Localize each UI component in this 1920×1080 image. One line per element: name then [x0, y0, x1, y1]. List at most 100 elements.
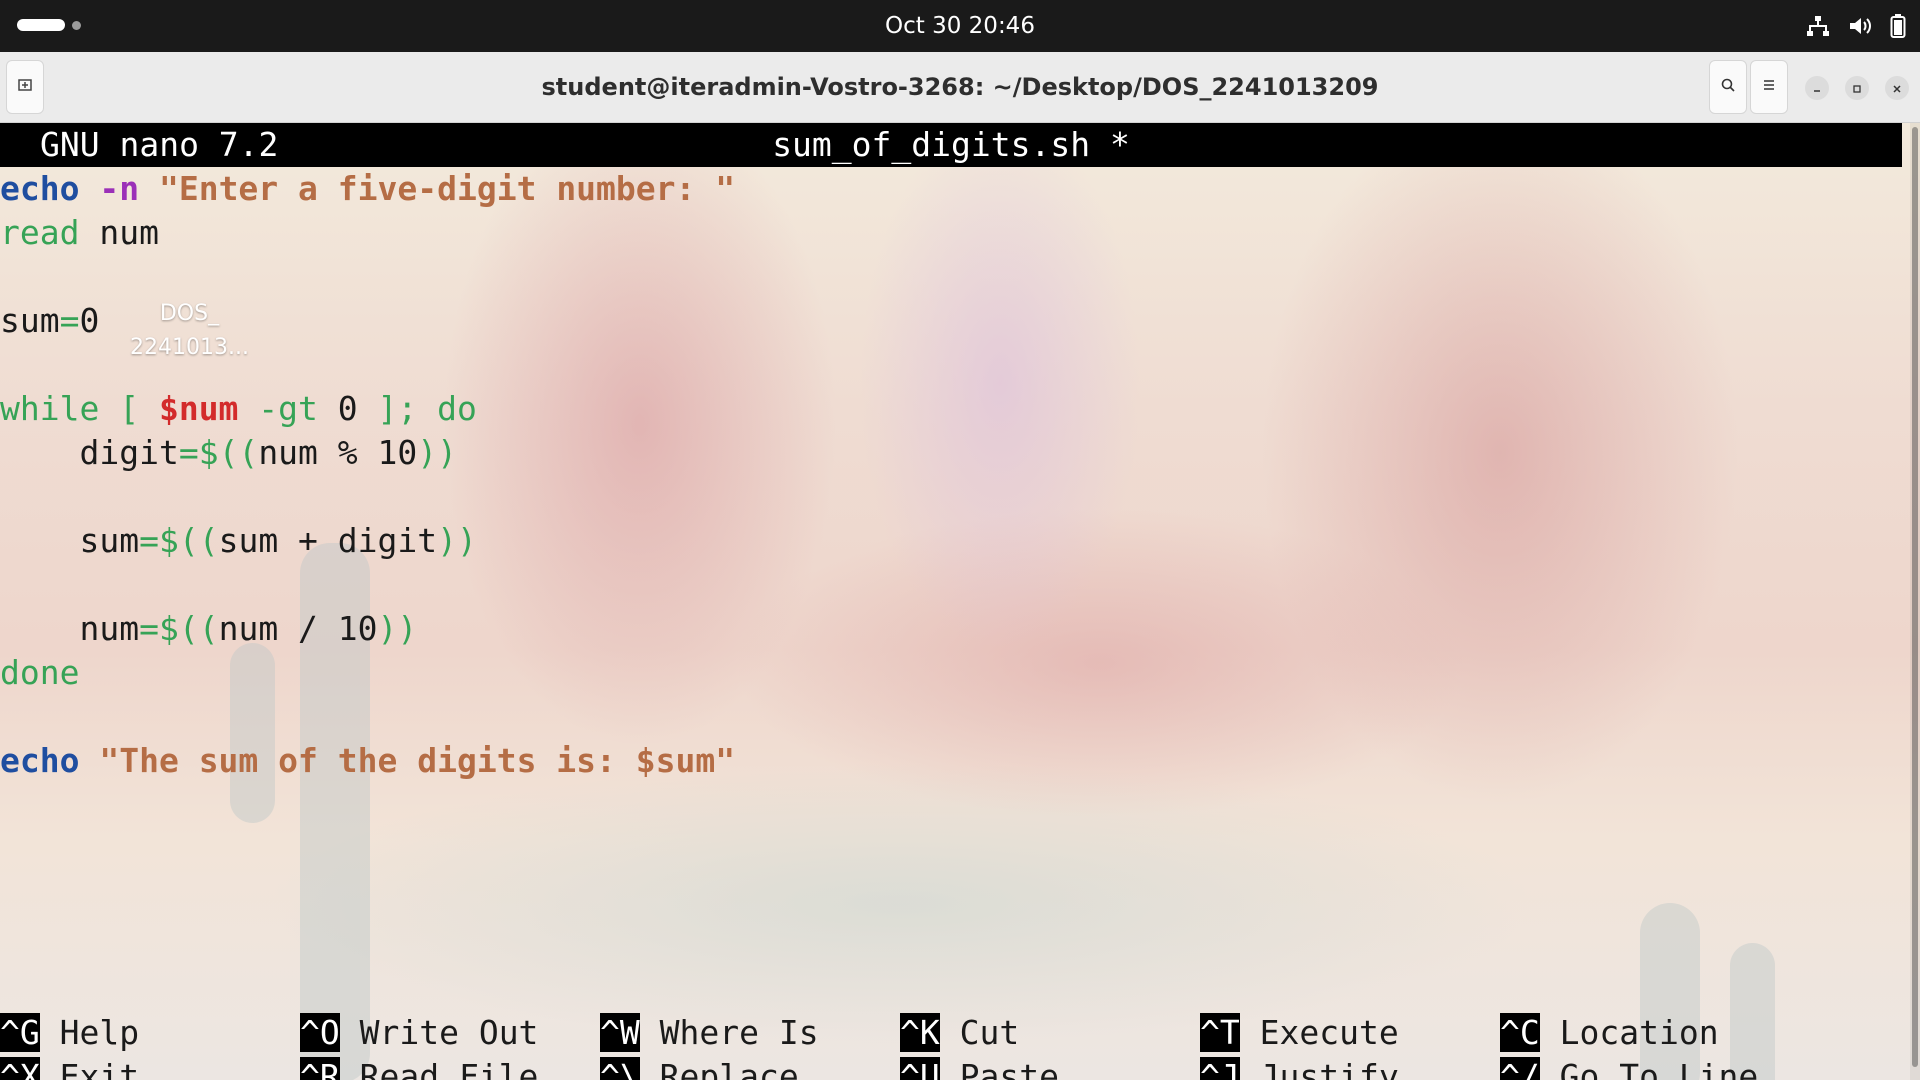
minimize-icon — [1812, 79, 1822, 98]
code-line[interactable]: num=$((num / 10)) — [0, 607, 1900, 651]
shortcut-label: Read File — [339, 1057, 539, 1080]
close-icon — [1892, 79, 1902, 98]
code-line-empty[interactable] — [0, 695, 1900, 739]
code-line-empty[interactable] — [0, 475, 1900, 519]
menu-icon — [1761, 77, 1777, 97]
minimize-button[interactable] — [1805, 76, 1829, 100]
shortcut-label: Location — [1539, 1013, 1719, 1052]
shortcut-location[interactable]: ^C Location — [1500, 1011, 1719, 1055]
code-line[interactable]: echo -n "Enter a five-digit number: " — [0, 167, 1900, 211]
shortcut-where-is[interactable]: ^W Where Is — [600, 1011, 819, 1055]
network-icon[interactable] — [1806, 15, 1830, 37]
maximize-button[interactable] — [1845, 76, 1869, 100]
keyword-do: ]; do — [357, 389, 477, 428]
keyword-done: done — [0, 653, 80, 692]
shortcut-label: Replace — [639, 1057, 799, 1080]
shortcut-label: Help — [39, 1013, 140, 1052]
code-line[interactable]: while [ $num -gt 0 ]; do — [0, 387, 1900, 431]
shortcut-label: Cut — [939, 1013, 1020, 1052]
string: "The sum of the digits is: $sum" — [79, 741, 736, 780]
shortcut-label: Paste — [939, 1057, 1059, 1080]
shortcut-label: Execute — [1239, 1013, 1399, 1052]
keyword-echo: echo — [0, 741, 80, 780]
nano-title-bar: GNU nano 7.2 sum_of_digits.sh * — [0, 123, 1902, 167]
shortcut-write-out[interactable]: ^O Write Out — [300, 1011, 538, 1055]
code-line-empty[interactable] — [0, 343, 1900, 387]
nano-shortcut-bar: ^G Help ^X Exit ^O Write Out ^R Read Fil… — [0, 1011, 1902, 1080]
bracket: [ — [99, 389, 159, 428]
terminal-content[interactable]: GNU nano 7.2 sum_of_digits.sh * DOS_ 224… — [0, 123, 1920, 1080]
identifier: sum — [0, 301, 60, 340]
shortcut-label: Go To Line — [1539, 1057, 1759, 1080]
shortcut-key: ^U — [900, 1057, 940, 1080]
shortcut-key: ^O — [300, 1013, 340, 1052]
window-title: student@iteradmin-Vostro-3268: ~/Desktop… — [541, 73, 1379, 101]
operator: =$(( — [139, 521, 219, 560]
number: 0 — [79, 301, 100, 340]
nano-filename: sum_of_digits.sh * — [772, 125, 1130, 164]
expression: num % 10 — [258, 433, 418, 472]
shortcut-key: ^J — [1200, 1057, 1240, 1080]
shortcut-go-to-line[interactable]: ^/ Go To Line — [1500, 1055, 1758, 1080]
code-line[interactable]: sum=0 — [0, 299, 1900, 343]
identifier: sum — [79, 521, 140, 560]
shortcut-key: ^X — [0, 1057, 40, 1080]
close-button[interactable] — [1885, 76, 1909, 100]
clock[interactable]: Oct 30 20:46 — [0, 0, 1920, 52]
shortcut-label: Exit — [39, 1057, 140, 1080]
variable: $num — [158, 389, 239, 428]
search-button[interactable] — [1709, 60, 1747, 114]
operator: )) — [377, 609, 418, 648]
code-line-empty[interactable] — [0, 255, 1900, 299]
expression: num / 10 — [218, 609, 378, 648]
system-top-bar: Oct 30 20:46 — [0, 0, 1920, 52]
shortcut-justify[interactable]: ^J Justify — [1200, 1055, 1399, 1080]
shortcut-key: ^C — [1500, 1013, 1540, 1052]
shortcut-label: Justify — [1239, 1057, 1399, 1080]
code-line[interactable]: digit=$((num % 10)) — [0, 431, 1900, 475]
expression: sum + digit — [218, 521, 438, 560]
system-tray[interactable] — [1806, 13, 1906, 39]
code-editor[interactable]: echo -n "Enter a five-digit number: " re… — [0, 167, 1900, 783]
code-line[interactable]: echo "The sum of the digits is: $sum" — [0, 739, 1900, 783]
scrollbar-thumb[interactable] — [1912, 127, 1918, 1067]
identifier: digit — [79, 433, 179, 472]
code-line[interactable]: sum=$((sum + digit)) — [0, 519, 1900, 563]
battery-icon[interactable] — [1890, 14, 1906, 38]
shortcut-key: ^K — [900, 1013, 940, 1052]
shortcut-paste[interactable]: ^U Paste — [900, 1055, 1059, 1080]
maximize-icon — [1852, 79, 1862, 98]
shortcut-key: ^T — [1200, 1013, 1240, 1052]
code-line[interactable]: read num — [0, 211, 1900, 255]
code-line[interactable]: done — [0, 651, 1900, 695]
window-headerbar: student@iteradmin-Vostro-3268: ~/Desktop… — [0, 52, 1920, 123]
operator: -gt — [238, 389, 338, 428]
operator: =$(( — [139, 609, 219, 648]
shortcut-execute[interactable]: ^T Execute — [1200, 1011, 1399, 1055]
terminal-scrollbar[interactable] — [1910, 123, 1920, 1080]
flag: -n — [79, 169, 140, 208]
shortcut-help[interactable]: ^G Help — [0, 1011, 139, 1055]
search-icon — [1720, 77, 1736, 97]
shortcut-cut[interactable]: ^K Cut — [900, 1011, 1019, 1055]
keyword-read: read — [0, 213, 80, 252]
shortcut-key: ^R — [300, 1057, 340, 1080]
shortcut-replace[interactable]: ^\ Replace — [600, 1055, 799, 1080]
shortcut-read-file[interactable]: ^R Read File — [300, 1055, 538, 1080]
shortcut-key: ^\ — [600, 1057, 640, 1080]
shortcut-key: ^/ — [1500, 1057, 1540, 1080]
menu-button[interactable] — [1750, 60, 1788, 114]
terminal-window: student@iteradmin-Vostro-3268: ~/Desktop… — [0, 52, 1920, 1080]
volume-icon[interactable] — [1848, 15, 1872, 37]
operator: = — [59, 301, 80, 340]
shortcut-key: ^G — [0, 1013, 40, 1052]
keyword-while: while — [0, 389, 100, 428]
code-line-empty[interactable] — [0, 563, 1900, 607]
shortcut-key: ^W — [600, 1013, 640, 1052]
string: "Enter a five-digit number: " — [139, 169, 736, 208]
shortcut-label: Where Is — [639, 1013, 819, 1052]
shortcut-exit[interactable]: ^X Exit — [0, 1055, 139, 1080]
